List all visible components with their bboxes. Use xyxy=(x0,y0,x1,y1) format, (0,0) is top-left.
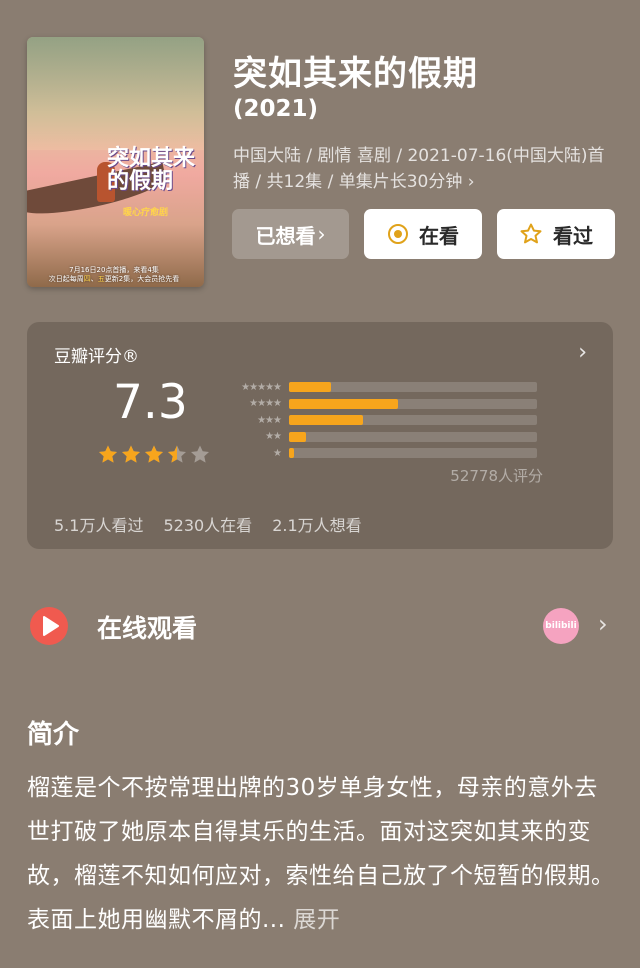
poster-air-mid: 、 xyxy=(90,275,98,284)
rating-bar-track xyxy=(289,448,537,459)
rating-bar-stars: ★★ xyxy=(265,431,282,443)
stat-watched[interactable]: 5.1万人看过 xyxy=(54,512,143,536)
poster-air-hl2: 五 xyxy=(97,275,105,284)
rating-bar-row: ★★ xyxy=(223,429,537,446)
watched-button[interactable]: 看过 xyxy=(497,209,615,259)
rating-bar-fill xyxy=(289,398,399,409)
rating-bar-fill xyxy=(289,431,307,442)
rating-bar-stars: ★★★ xyxy=(257,414,282,426)
rating-bar-row: ★★★★★ xyxy=(223,379,537,396)
rating-bar-track xyxy=(289,398,537,409)
poster-air-hl1: 四 xyxy=(83,275,91,284)
rating-count: 52778人评分 xyxy=(450,467,543,485)
rating-bar-stars: ★ xyxy=(273,447,282,459)
release-year: (2021) xyxy=(233,96,319,122)
watching-button[interactable]: 在看 xyxy=(364,209,482,259)
target-circle-icon xyxy=(387,223,409,245)
star-icon xyxy=(168,445,186,463)
play-circle-icon xyxy=(29,606,69,646)
action-bar: 已想看 › 在看 看过 xyxy=(232,209,615,259)
watch-online-label: 在线观看 xyxy=(97,614,198,643)
poster-air-info-line2: 次日起每周四、五更新2集，大会员抢先看 xyxy=(39,275,189,284)
page-title: 突如其来的假期 xyxy=(233,54,478,94)
chevron-right-icon[interactable]: › xyxy=(598,610,608,638)
rating-score: 7.3 xyxy=(113,375,188,430)
poster-subtitle-art: 暖心疗愈剧 xyxy=(123,208,169,218)
rating-source-label: 豆瓣评分® xyxy=(54,347,139,367)
rating-bar-stars: ★★★★ xyxy=(249,398,282,410)
audience-stats: 5.1万人看过 5230人在看 2.1万人想看 xyxy=(54,512,362,536)
watch-online-row[interactable]: 在线观看 bilibili › xyxy=(29,604,614,648)
wishlist-label: 已想看 xyxy=(255,223,316,248)
star-icon xyxy=(99,445,117,463)
chevron-right-icon[interactable]: › xyxy=(578,340,587,365)
intro-text: 榴莲是个不按常理出牌的30岁单身女性，母亲的意外去世打破了她原本自得其乐的生活。… xyxy=(27,766,617,942)
poster-air-pre: 次日起每周 xyxy=(48,275,84,284)
star-icon xyxy=(145,445,163,463)
rating-bar-fill xyxy=(289,415,364,426)
rating-distribution: ★★★★★ ★★★★ ★★★ ★★ ★ xyxy=(223,379,537,462)
star-outline-icon xyxy=(519,222,543,246)
watched-label: 看过 xyxy=(553,223,593,248)
rating-bar-fill xyxy=(289,382,332,393)
rating-bar-row: ★ xyxy=(223,445,537,462)
bilibili-logo-icon[interactable]: bilibili xyxy=(543,608,579,644)
intro-heading: 简介 xyxy=(27,720,80,750)
poster-air-post: 更新2集，大会员抢先看 xyxy=(104,275,180,284)
rating-bar-row: ★★★ xyxy=(223,412,537,429)
stat-watching[interactable]: 5230人在看 xyxy=(163,512,252,536)
rating-stars xyxy=(97,444,211,466)
expand-link[interactable]: 展开 xyxy=(285,907,340,933)
rating-bar-stars: ★★★★★ xyxy=(241,381,282,393)
star-icon xyxy=(122,445,140,463)
poster-sky xyxy=(27,37,204,150)
poster-title-art: 突如其来的假期 xyxy=(107,145,196,195)
subject-meta[interactable]: 中国大陆 / 剧情 喜剧 / 2021-07-16(中国大陆)首播 / 共12集… xyxy=(233,143,613,195)
poster-image[interactable]: 突如其来的假期 暖心疗愈剧 7月16日20点首播，来看4集 次日起每周四、五更新… xyxy=(27,37,204,287)
rating-bar-row: ★★★★ xyxy=(223,396,537,413)
stat-wishlist[interactable]: 2.1万人想看 xyxy=(272,512,361,536)
rating-bar-track xyxy=(289,431,537,442)
watching-label: 在看 xyxy=(419,223,459,248)
rating-bar-track xyxy=(289,382,537,393)
rating-bar-fill xyxy=(289,448,294,459)
rating-card[interactable]: 豆瓣评分® › 7.3 ★★★★★ ★★★★ ★★★ ★★ ★ 52778人评分 5.1… xyxy=(27,322,613,549)
star-icon xyxy=(191,445,209,463)
poster-air-info: 7月16日20点首播，来看4集 次日起每周四、五更新2集，大会员抢先看 xyxy=(39,266,189,285)
wishlist-button[interactable]: 已想看 › xyxy=(232,209,349,259)
chevron-right-icon: › xyxy=(317,222,326,246)
rating-bar-track xyxy=(289,415,537,426)
